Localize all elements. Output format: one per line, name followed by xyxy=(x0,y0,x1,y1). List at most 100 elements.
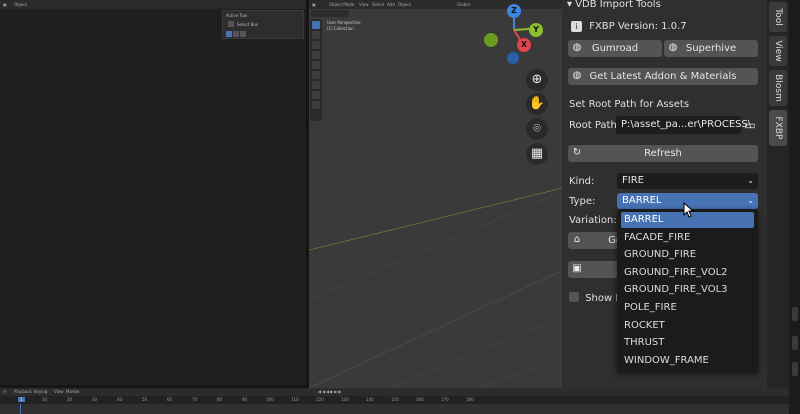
show-checkbox[interactable] xyxy=(569,292,579,302)
cursor-tool-icon[interactable] xyxy=(312,31,320,39)
dropdown-option-thrust[interactable]: THRUST xyxy=(621,335,754,351)
tab-view-label: View xyxy=(773,40,783,62)
type-value: BARREL xyxy=(622,195,662,206)
tab-blosm[interactable]: Blosm xyxy=(769,70,787,106)
superhive-icon: ◍ xyxy=(668,42,678,53)
ruler-tick: 10 xyxy=(42,397,48,402)
viewport-toggles[interactable] xyxy=(311,10,349,17)
generate-icon: ⌂ xyxy=(573,234,581,245)
mouse-cursor-icon xyxy=(683,202,695,218)
tool-mode-icon-3[interactable] xyxy=(240,31,246,37)
dropdown-option-ground-fire[interactable]: GROUND_FIRE xyxy=(621,247,754,263)
active-tool-title: Active Tool xyxy=(226,13,248,18)
viewport-toolbar xyxy=(310,19,322,121)
ruler-tick: 160 xyxy=(416,397,424,402)
type-dropdown-menu: BARREL FACADE_FIRE GROUND_FIRE GROUND_FI… xyxy=(617,209,758,372)
panel-title[interactable]: VDB Import Tools xyxy=(575,0,661,10)
type-chevron-icon: ⌄ xyxy=(747,196,754,205)
timeline-editor-icon[interactable]: ◷ xyxy=(3,389,7,394)
transform-tool-icon[interactable] xyxy=(312,71,320,79)
edge-button-1[interactable] xyxy=(792,307,798,321)
neg-y-axis-icon[interactable] xyxy=(484,33,498,47)
sidebar-tabs: Tool View Blosm FXBP xyxy=(767,0,789,388)
dropdown-option-pole-fire[interactable]: POLE_FIRE xyxy=(621,300,754,316)
hand-icon[interactable]: ✋ xyxy=(526,93,548,115)
move-tool-icon[interactable] xyxy=(312,41,320,49)
timeline-menu-keying[interactable]: Keying xyxy=(34,389,47,394)
active-tool-panel: Active Tool Select Box xyxy=(222,10,304,39)
gumroad-icon: ◍ xyxy=(572,42,582,53)
timeline-body[interactable] xyxy=(0,404,789,414)
neg-z-axis-icon[interactable] xyxy=(507,52,519,64)
set-root-heading: Set Root Path for Assets xyxy=(569,99,690,110)
kind-value: FIRE xyxy=(622,175,644,186)
edge-button-2[interactable] xyxy=(792,336,798,350)
tab-view[interactable]: View xyxy=(769,36,787,66)
select-box-icon[interactable] xyxy=(228,21,234,27)
viewport-type-icon[interactable]: ▣ xyxy=(312,2,316,7)
current-frame-marker[interactable]: 1 xyxy=(18,397,25,402)
grid-icon[interactable]: ▦ xyxy=(526,143,548,165)
tab-fxbp-label: FXBP xyxy=(773,116,783,140)
ruler-tick: 30 xyxy=(92,397,98,402)
kind-chevron-icon: ⌄ xyxy=(747,176,754,185)
select-tool-icon[interactable] xyxy=(312,21,320,29)
refresh-label: Refresh xyxy=(644,148,682,159)
dropdown-option-ground-fire-vol3[interactable]: GROUND_FIRE_VOL3 xyxy=(621,282,754,298)
dropdown-option-facade-fire[interactable]: FACADE_FIRE xyxy=(621,230,754,246)
playback-controls[interactable]: ◀◀◀▶▶▶ xyxy=(318,389,342,394)
version-text: FXBP Version: 1.0.7 xyxy=(589,21,687,32)
panel-header: ▾ VDB Import Tools xyxy=(567,0,661,10)
superhive-button[interactable]: ◍ Superhive xyxy=(664,40,758,57)
dropdown-option-window-frame[interactable]: WINDOW_FRAME xyxy=(621,353,754,369)
viewport-mode-label[interactable]: Object Mode xyxy=(329,2,354,7)
tool-mode-icon[interactable] xyxy=(226,31,232,37)
refresh-button[interactable]: ↻ Refresh xyxy=(568,145,758,162)
tab-tool[interactable]: Tool xyxy=(769,2,787,32)
ruler-tick: 170 xyxy=(441,397,449,402)
tab-blosm-label: Blosm xyxy=(773,74,783,102)
playhead[interactable] xyxy=(20,404,21,414)
x-axis-icon[interactable]: X xyxy=(517,38,531,52)
timeline-menu-view[interactable]: View xyxy=(54,389,64,394)
ruler-tick: 140 xyxy=(366,397,374,402)
root-path-field[interactable]: P:\asset_pa...er\PROCESS\ xyxy=(616,116,751,134)
image-button[interactable]: ▣ xyxy=(568,261,618,278)
viewport-menu-select[interactable]: Select xyxy=(372,2,384,7)
add-cube-tool-icon[interactable] xyxy=(312,101,320,109)
left-editor-header: ▣ Object xyxy=(0,0,306,9)
ruler-tick: 130 xyxy=(341,397,349,402)
left-mode-label[interactable]: Object xyxy=(14,2,27,7)
ruler-tick: 70 xyxy=(192,397,198,402)
measure-tool-icon[interactable] xyxy=(312,91,320,99)
tool-mode-icon-2[interactable] xyxy=(233,31,239,37)
kind-select[interactable]: FIRE ⌄ xyxy=(617,173,758,189)
viewport-menu-view[interactable]: View xyxy=(359,2,369,7)
zoom-icon[interactable]: ⊕ xyxy=(526,69,548,91)
timeline-menu-playback[interactable]: Playback xyxy=(14,389,32,394)
edge-button-3[interactable] xyxy=(792,362,798,376)
rotate-tool-icon[interactable] xyxy=(312,51,320,59)
annotate-tool-icon[interactable] xyxy=(312,81,320,89)
viewport-menu-object[interactable]: Object xyxy=(398,2,411,7)
y-axis-icon[interactable]: Y xyxy=(529,23,543,37)
ruler-tick: 180 xyxy=(466,397,474,402)
variation-label: Variation: xyxy=(569,215,617,226)
folder-icon[interactable]: ▭ xyxy=(743,116,757,134)
tab-fxbp[interactable]: FXBP xyxy=(769,110,787,146)
timeline-menu-marker[interactable]: Marker xyxy=(66,389,80,394)
viewport-menu-add[interactable]: Add xyxy=(387,2,395,7)
scale-tool-icon[interactable] xyxy=(312,61,320,69)
navigation-gizmo[interactable]: Z Y X xyxy=(479,0,559,70)
editor-type-icon[interactable]: ▣ xyxy=(3,2,7,7)
gumroad-button[interactable]: ◍ Gumroad xyxy=(568,40,662,57)
camera-icon[interactable]: ⌾ xyxy=(526,118,548,140)
timeline-ruler[interactable]: 1 10 20 30 40 50 60 70 80 90 100 110 120… xyxy=(0,396,789,404)
transform-orientation[interactable]: Global xyxy=(457,2,470,7)
ruler-tick: 50 xyxy=(142,397,148,402)
collapse-chevron-icon[interactable]: ▾ xyxy=(567,0,572,10)
dropdown-option-rocket[interactable]: ROCKET xyxy=(621,318,754,334)
z-axis-icon[interactable]: Z xyxy=(507,4,521,18)
dropdown-option-ground-fire-vol2[interactable]: GROUND_FIRE_VOL2 xyxy=(621,265,754,281)
get-latest-button[interactable]: ◍ Get Latest Addon & Materials xyxy=(568,68,758,85)
